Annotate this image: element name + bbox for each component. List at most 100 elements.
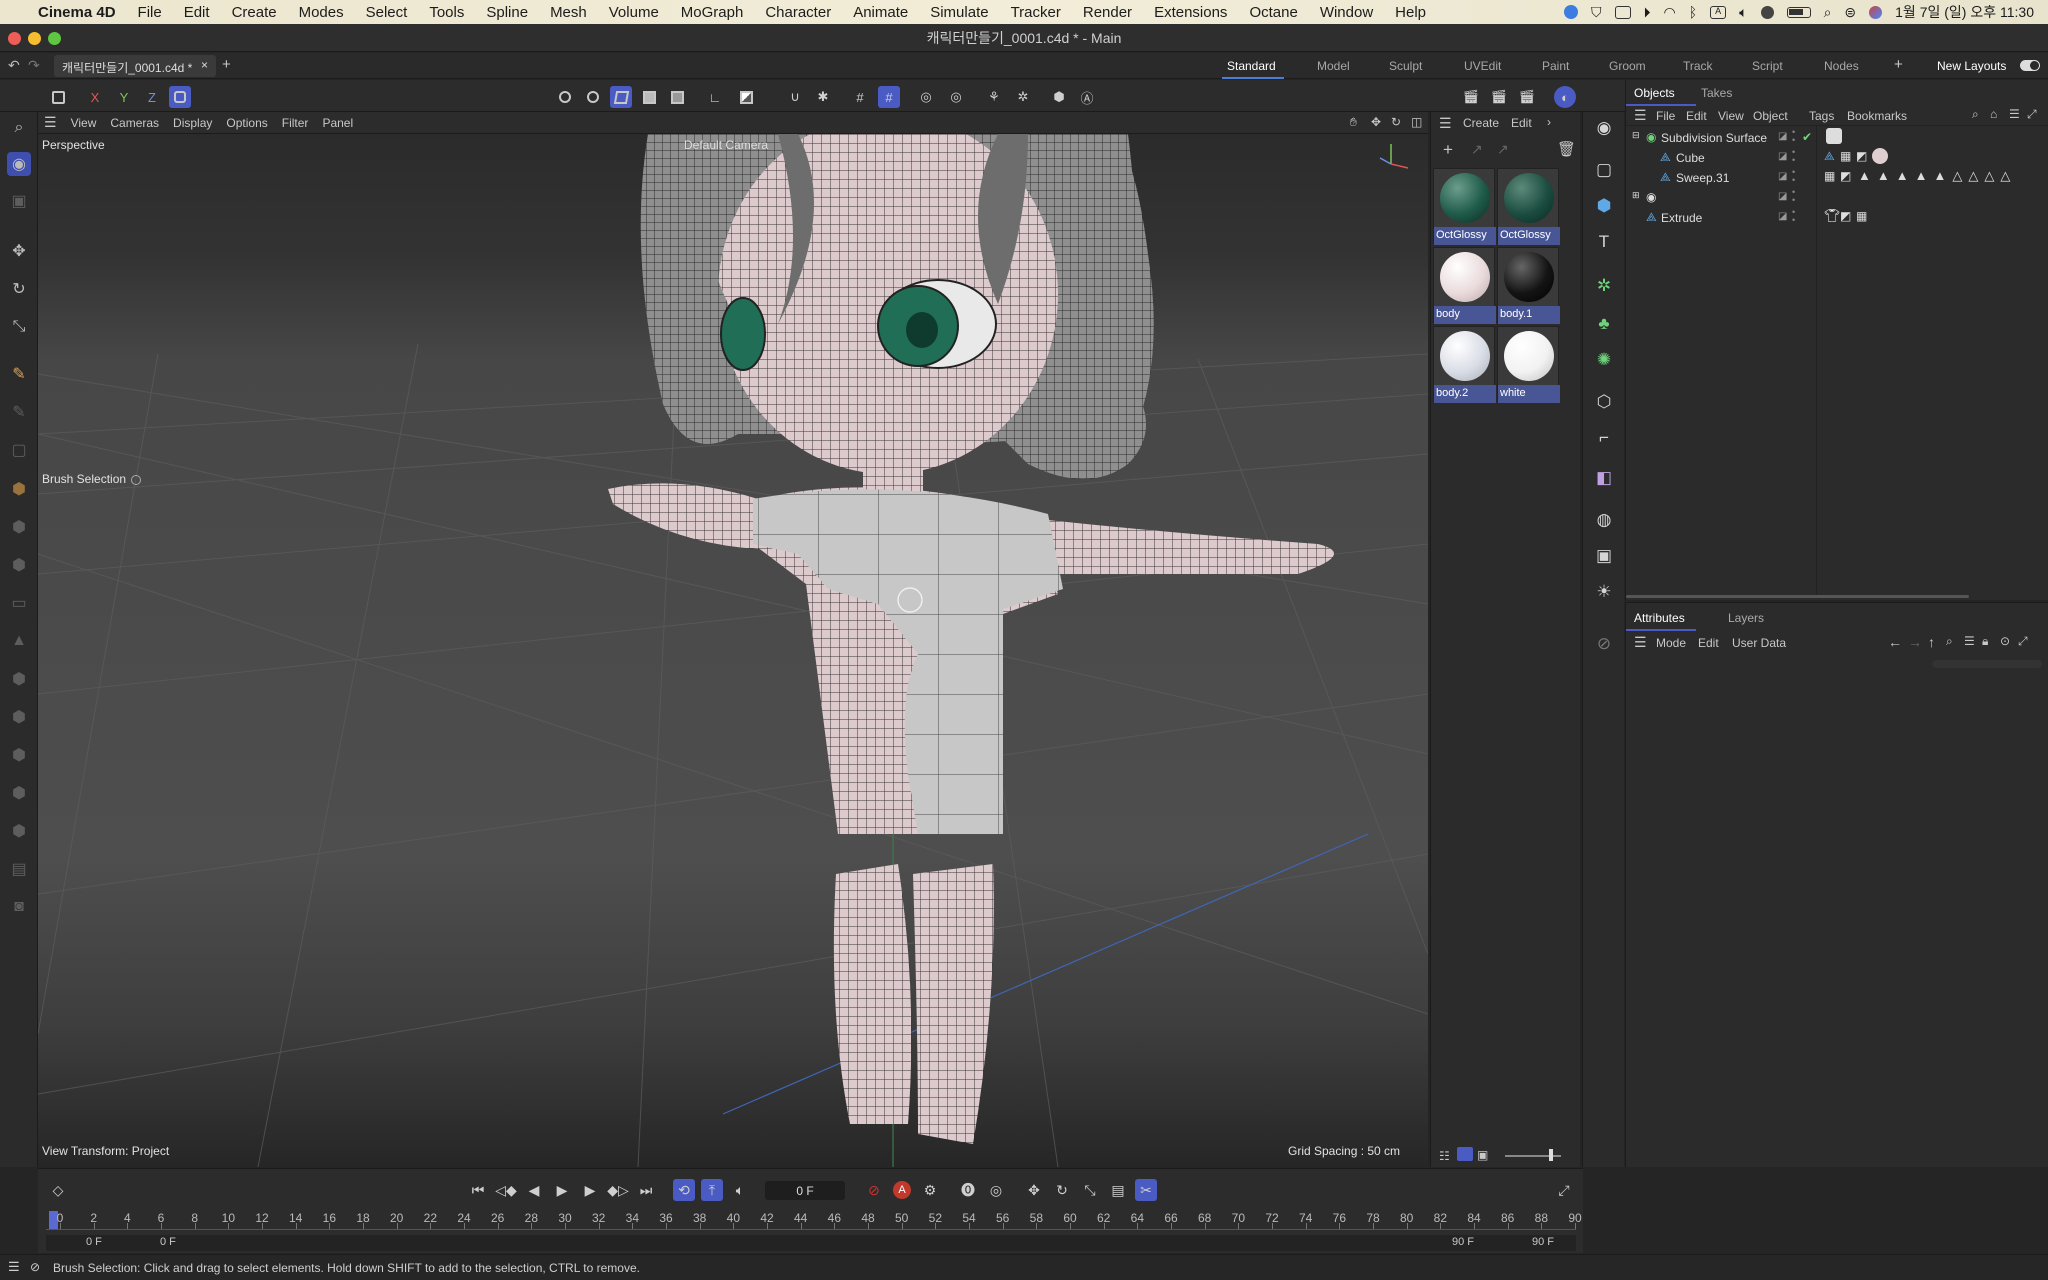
- 3d-viewport[interactable]: Perspective Default Camera Brush Selecti…: [38, 134, 1428, 1167]
- rotation-key-icon[interactable]: ↻: [1051, 1179, 1073, 1201]
- lock-y-button[interactable]: Y: [113, 86, 135, 108]
- uvw-tag-icon[interactable]: ▦: [1824, 169, 1835, 183]
- volume-icon[interactable]: 🔈︎: [1739, 4, 1747, 21]
- parameter-key-icon[interactable]: ▤: [1107, 1179, 1129, 1201]
- expand-attributes-icon[interactable]: ⤢: [2018, 634, 2028, 649]
- layout-model[interactable]: Model: [1317, 59, 1350, 73]
- tag-icon[interactable]: ⊘: [1592, 632, 1616, 656]
- menu-animate[interactable]: Animate: [853, 4, 908, 21]
- menu-select[interactable]: Select: [366, 4, 408, 21]
- object-menu-bookmarks[interactable]: Bookmarks: [1847, 109, 1907, 123]
- object-menu-tags[interactable]: Tags: [1809, 109, 1834, 123]
- document-tab[interactable]: 캐릭터만들기_0001.c4d * ×: [54, 55, 216, 77]
- light-icon[interactable]: ☀︎: [1592, 580, 1616, 604]
- cloth-tag-icon[interactable]: 👕︎: [1824, 208, 1841, 224]
- object-name[interactable]: Extrude: [1661, 211, 1702, 225]
- layout-nodes[interactable]: Nodes: [1824, 59, 1859, 73]
- layout-standard[interactable]: Standard: [1227, 59, 1276, 73]
- material-swatch[interactable]: OctGlossy: [1497, 168, 1560, 245]
- visibility-dots[interactable]: • •: [1792, 128, 1795, 145]
- material-arrow-icon[interactable]: ↗: [1471, 141, 1483, 158]
- object-row[interactable]: ⟁ Extrude ◪ • • 👕︎ ◩ ▦: [1626, 208, 2048, 227]
- mograph-icon[interactable]: ⚘: [983, 86, 1005, 108]
- current-frame-field[interactable]: 0 F: [765, 1181, 845, 1200]
- tweak-icon[interactable]: ⬢: [7, 705, 31, 729]
- polygons-mode-icon[interactable]: [610, 86, 632, 108]
- coordinate-system-icon[interactable]: [47, 86, 69, 108]
- viewport-hamburger-icon[interactable]: ☰: [44, 114, 57, 131]
- material-swatch[interactable]: white: [1497, 326, 1560, 403]
- material-menu-create[interactable]: Create: [1463, 116, 1499, 130]
- keyframe-selection-icon[interactable]: ⓿: [957, 1179, 979, 1201]
- box-selection-icon[interactable]: ▣: [7, 189, 31, 213]
- layout-script[interactable]: Script: [1752, 59, 1783, 73]
- model-mode-icon[interactable]: [638, 86, 660, 108]
- battery-icon[interactable]: [1786, 6, 1811, 18]
- selection-tag-icon[interactable]: ⟁: [1824, 149, 1835, 164]
- visibility-dots[interactable]: • •: [1792, 208, 1795, 225]
- input-source-icon[interactable]: A: [1710, 5, 1727, 19]
- uv-mode-icon[interactable]: [735, 86, 757, 108]
- attribute-menu-edit[interactable]: Edit: [1698, 636, 1719, 650]
- menu-tools[interactable]: Tools: [429, 4, 464, 21]
- menu-extensions[interactable]: Extensions: [1154, 4, 1227, 21]
- material-swatch[interactable]: body.2: [1433, 326, 1496, 403]
- enabled-check-icon[interactable]: ✔: [1802, 130, 1812, 144]
- object-scrollbar[interactable]: [1626, 595, 1969, 598]
- layout-track[interactable]: Track: [1683, 59, 1713, 73]
- auto-icon[interactable]: Ⓐ: [1076, 86, 1098, 108]
- volume-icon[interactable]: ◧: [1592, 466, 1616, 490]
- menu-spline[interactable]: Spline: [486, 4, 528, 21]
- menu-volume[interactable]: Volume: [609, 4, 659, 21]
- tab-takes[interactable]: Takes: [1701, 86, 1732, 100]
- minimize-window-button[interactable]: [28, 32, 41, 45]
- expand-icon[interactable]: ⊞: [1632, 190, 1640, 201]
- menu-character[interactable]: Character: [765, 4, 831, 21]
- object-name[interactable]: Sweep.31: [1676, 171, 1729, 185]
- control-center-icon[interactable]: ⊜: [1844, 4, 1856, 21]
- selection-tool-icon[interactable]: ◉: [7, 152, 31, 176]
- viewport-solo-icon[interactable]: ⬢: [7, 819, 31, 843]
- add-layout-icon[interactable]: +: [1894, 56, 1903, 73]
- viewport-menu-panel[interactable]: Panel: [322, 116, 353, 130]
- layer-icon[interactable]: ◪: [1778, 191, 1787, 202]
- object-menu-file[interactable]: File: [1656, 109, 1675, 123]
- material-tag-icon[interactable]: [1872, 148, 1888, 164]
- go-to-end-icon[interactable]: ⏭︎: [635, 1179, 657, 1201]
- generator-icon[interactable]: ♣: [1592, 312, 1616, 336]
- maximize-view-icon[interactable]: ◫: [1411, 115, 1422, 129]
- object-row[interactable]: ⊞ ◉ ◪ • •: [1626, 188, 2048, 207]
- material-tag-icon[interactable]: [1826, 128, 1842, 144]
- move-tool-icon[interactable]: ✥: [7, 239, 31, 263]
- point-level-icon[interactable]: ✂︎: [1135, 1179, 1157, 1201]
- lock-z-button[interactable]: Z: [141, 86, 163, 108]
- tab-objects[interactable]: Objects: [1634, 86, 1675, 100]
- object-row[interactable]: ⟁ Sweep.31 ◪ • • ▦ ◩ ▲▲▲▲▲△△△△: [1626, 168, 2048, 187]
- attribute-search-field[interactable]: [1932, 660, 2042, 668]
- loop-icon[interactable]: ⟲: [673, 1179, 695, 1201]
- solo-icon[interactable]: ⬢: [7, 781, 31, 805]
- pen-tool-icon[interactable]: ✎: [7, 400, 31, 424]
- polygon-mode-icon[interactable]: ⬢: [7, 553, 31, 577]
- selection-tags-row[interactable]: ▲▲▲▲▲△△△△: [1858, 168, 2016, 184]
- scale-tool-icon[interactable]: ⤡: [7, 315, 31, 339]
- uv-icon[interactable]: ⬢: [7, 743, 31, 767]
- layer-icon[interactable]: ◪: [1778, 131, 1787, 142]
- visibility-dots[interactable]: • •: [1792, 188, 1795, 205]
- workplane-lock-icon[interactable]: ▤: [7, 857, 31, 881]
- close-tab-icon[interactable]: ×: [201, 58, 208, 72]
- layer-icon[interactable]: ◪: [1778, 211, 1787, 222]
- attribute-filter-icon[interactable]: ☰: [1964, 634, 1975, 648]
- material-more-icon[interactable]: ›: [1547, 115, 1551, 129]
- undo-icon[interactable]: ↶: [8, 57, 20, 74]
- layer-icon[interactable]: ◪: [1778, 171, 1787, 182]
- play-icon[interactable]: ⏵: [1644, 4, 1651, 21]
- object-name[interactable]: Cube: [1676, 151, 1705, 165]
- spline-mode-icon[interactable]: ⬢: [7, 515, 31, 539]
- world-coordinates-icon[interactable]: [169, 86, 191, 108]
- zoom-view-icon[interactable]: ✥: [1371, 115, 1381, 129]
- octane-live-viewer-icon[interactable]: ◐: [1554, 86, 1576, 108]
- attribute-menu-user-data[interactable]: User Data: [1732, 636, 1786, 650]
- material-swatch[interactable]: body.1: [1497, 247, 1560, 324]
- previous-frame-icon[interactable]: ◀︎: [523, 1179, 545, 1201]
